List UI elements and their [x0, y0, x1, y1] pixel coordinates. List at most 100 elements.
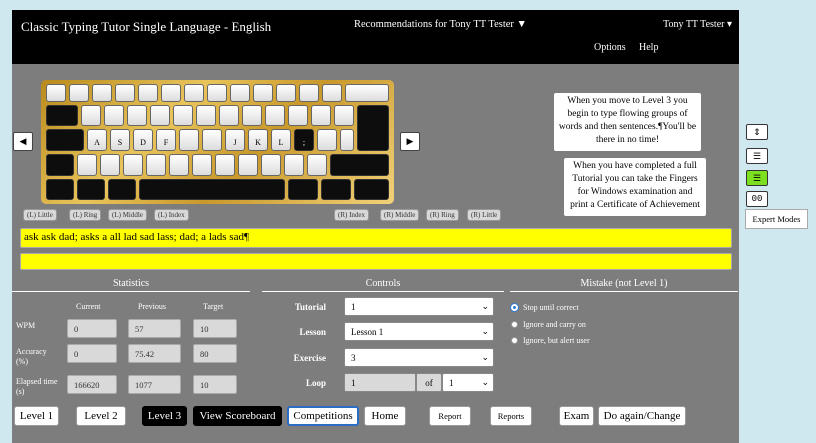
finger-label: (L) Index — [154, 209, 189, 221]
do-again-change-button[interactable]: Do again/Change — [598, 406, 686, 426]
home-button[interactable]: Home — [364, 406, 406, 426]
finger-label: (L) Ring — [69, 209, 102, 221]
radio-stop-until-correct[interactable]: Stop until correct — [511, 303, 579, 312]
statistics-heading: Statistics — [12, 278, 250, 292]
report-button[interactable]: Report — [429, 406, 471, 426]
chevron-down-icon: ⌄ — [481, 301, 489, 311]
key — [100, 154, 120, 176]
key — [215, 154, 235, 176]
key-h — [202, 129, 222, 151]
key — [46, 129, 84, 151]
exercise-value: 3 — [351, 353, 356, 363]
radio-label: Stop until correct — [523, 303, 579, 312]
key — [173, 105, 193, 126]
typing-input[interactable] — [20, 253, 732, 270]
col-target: Target — [203, 302, 224, 311]
elapsed-previous: 1077 — [128, 375, 181, 394]
tutorial-label: Tutorial — [294, 302, 326, 312]
key-a: A — [87, 129, 107, 151]
wpm-current: 0 — [67, 319, 117, 338]
finger-label: (R) Index — [334, 209, 370, 221]
key — [192, 154, 212, 176]
prev-arrow-button[interactable]: ◀ — [13, 132, 33, 151]
list-mode-button[interactable]: ☰ — [746, 148, 768, 164]
space-key — [139, 179, 285, 200]
key — [161, 84, 181, 102]
radio-checked-icon — [511, 304, 518, 311]
key — [345, 84, 389, 102]
wpm-previous: 57 — [128, 319, 181, 338]
key — [69, 84, 89, 102]
key-label: S — [117, 138, 123, 147]
key — [311, 105, 331, 126]
row-label-elapsed: Elapsed time (s) — [16, 377, 58, 396]
radio-label: Ignore, but alert user — [523, 336, 590, 345]
menu-help[interactable]: Help — [639, 42, 658, 53]
menu-options[interactable]: Options — [594, 42, 626, 53]
key-j: J — [225, 129, 245, 151]
key-g — [179, 129, 199, 151]
row-label-accuracy: Accuracy (%) — [16, 347, 47, 366]
key — [77, 154, 97, 176]
expand-vertical-mode-button[interactable]: ⇕ — [746, 124, 768, 140]
key — [77, 179, 105, 200]
lesson-label: Lesson — [299, 327, 326, 337]
key — [288, 105, 308, 126]
competitions-button[interactable]: Competitions — [287, 406, 359, 426]
mistake-heading: Mistake (not Level 1) — [510, 278, 738, 292]
key — [340, 129, 354, 151]
wpm-target: 10 — [193, 319, 237, 338]
radio-label: Ignore and carry on — [523, 320, 586, 329]
key — [207, 84, 227, 102]
level2-button[interactable]: Level 2 — [76, 406, 126, 426]
recommendations-dropdown[interactable]: Recommendations for Tony TT Tester ▼ — [354, 19, 527, 30]
key-d: D — [133, 129, 153, 151]
level1-button[interactable]: Level 1 — [14, 406, 59, 426]
radio-ignore-carry-on[interactable]: Ignore and carry on — [511, 320, 586, 329]
key — [265, 105, 285, 126]
radio-ignore-alert[interactable]: Ignore, but alert user — [511, 336, 590, 345]
expert-modes-button[interactable]: Expert Modes — [745, 209, 808, 229]
tutorial-select[interactable]: 1 ⌄ — [344, 297, 494, 316]
exercise-label: Exercise — [293, 353, 326, 363]
key — [92, 84, 112, 102]
key — [138, 84, 158, 102]
key — [46, 84, 66, 102]
key — [354, 179, 389, 200]
lines-icon: ☰ — [752, 172, 762, 183]
key-label: D — [140, 138, 146, 147]
tip-level3: When you move to Level 3 you begin to ty… — [554, 93, 701, 151]
accuracy-current: 0 — [67, 344, 117, 363]
key — [288, 179, 318, 200]
header-bar: Classic Typing Tutor Single Language - E… — [12, 10, 739, 64]
user-menu[interactable]: Tony TT Tester ▾ — [663, 19, 732, 30]
key — [253, 84, 273, 102]
key — [317, 129, 337, 151]
exam-button[interactable]: Exam — [559, 406, 594, 426]
chevron-down-icon: ⌄ — [481, 326, 489, 336]
key-label: ; — [302, 138, 306, 147]
key-semicolon: ; — [294, 129, 314, 151]
key — [299, 84, 319, 102]
active-mode-button[interactable]: ☰ — [746, 170, 768, 186]
loop-total-select[interactable]: 1 ⌄ — [442, 373, 494, 392]
radio-unchecked-icon — [511, 337, 518, 344]
tip-certificate: When you have completed a full Tutorial … — [564, 158, 706, 216]
view-scoreboard-button[interactable]: View Scoreboard — [193, 406, 282, 426]
next-arrow-button[interactable]: ▶ — [400, 132, 420, 151]
counter-mode-button[interactable]: 00 — [746, 191, 768, 207]
loop-input[interactable]: 1 — [344, 373, 416, 392]
elapsed-target: 10 — [193, 375, 237, 394]
exercise-select[interactable]: 3 ⌄ — [344, 348, 494, 367]
key — [108, 179, 136, 200]
level3-button[interactable]: Level 3 — [142, 406, 187, 426]
lesson-select[interactable]: Lesson 1 ⌄ — [344, 322, 494, 341]
accuracy-target: 80 — [193, 344, 237, 363]
key — [123, 154, 143, 176]
key — [276, 84, 296, 102]
row-label-wpm: WPM — [16, 321, 36, 330]
key-k: K — [248, 129, 268, 151]
app-title: Classic Typing Tutor Single Language - E… — [21, 19, 272, 34]
reports-button[interactable]: Reports — [490, 406, 532, 426]
key-f: F — [156, 129, 176, 151]
